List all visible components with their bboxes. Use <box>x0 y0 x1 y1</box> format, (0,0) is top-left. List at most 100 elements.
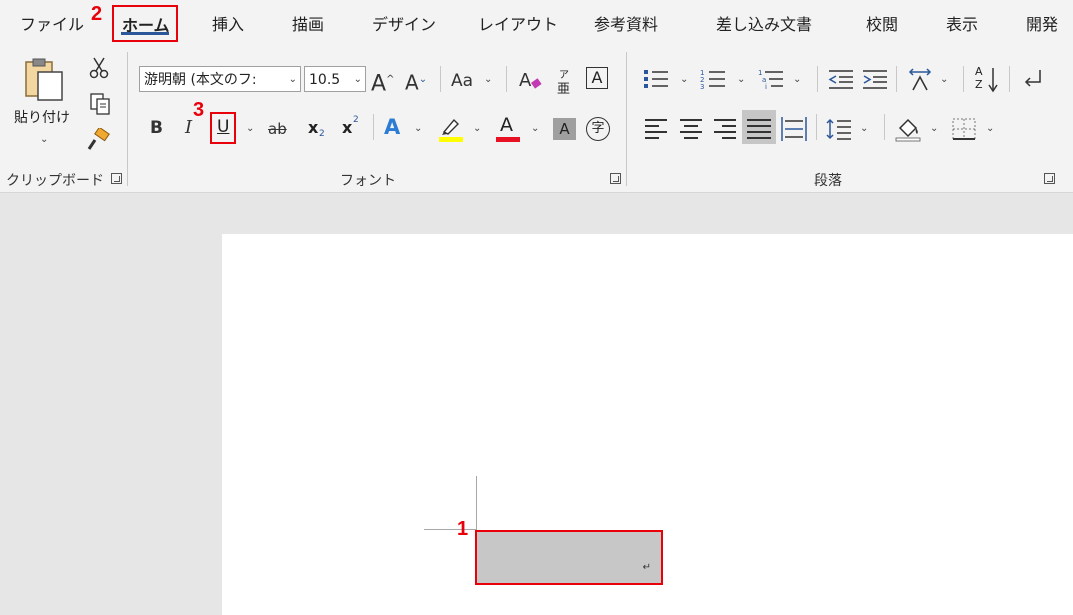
divider <box>817 66 818 92</box>
italic-button[interactable]: I <box>185 118 192 138</box>
phonetic-guide-button[interactable]: ア 亜 <box>556 66 574 97</box>
chevron-down-icon: ⌄ <box>793 74 802 85</box>
underline-button[interactable]: U <box>210 112 236 144</box>
annotation-marker-1: 1 <box>457 518 469 540</box>
sort-button[interactable]: A Z <box>973 65 1001 94</box>
bullets-icon[interactable] <box>643 68 669 90</box>
chevron-down-icon: ⌄ <box>246 123 255 134</box>
show-formatting-marks-icon[interactable] <box>1020 68 1046 90</box>
superscript-button[interactable]: x 2 <box>342 115 364 142</box>
chevron-down-icon: ⌄ <box>680 74 689 85</box>
paragraph-group-label: 段落 <box>814 173 842 189</box>
tab-home[interactable]: ホーム <box>112 5 178 42</box>
subscript-mark: 2 <box>319 129 325 139</box>
document-page[interactable]: ↵ 1 <box>222 234 1073 615</box>
tab-layout[interactable]: レイアウト <box>478 11 558 35</box>
clipboard-dialog-launcher-icon[interactable] <box>111 173 122 184</box>
divider <box>440 66 441 92</box>
decrease-indent-icon[interactable] <box>828 68 854 90</box>
margin-guide-vertical <box>476 476 477 530</box>
enclose-characters-button[interactable]: 字 <box>586 117 610 141</box>
sort-z: Z <box>975 78 983 91</box>
tab-view[interactable]: 表示 <box>946 11 978 35</box>
text-effects-button[interactable]: A <box>384 117 400 138</box>
margin-guide-horizontal <box>424 529 476 530</box>
font-dialog-launcher-icon[interactable] <box>610 173 621 184</box>
scissors-icon[interactable] <box>88 56 110 80</box>
font-color-button[interactable]: A <box>495 114 521 142</box>
grow-font-icon[interactable]: A^ <box>371 70 394 95</box>
font-name-select[interactable]: 游明朝 (本文のフ: ⌄ <box>139 66 301 92</box>
group-divider <box>626 52 627 186</box>
tab-active-underline <box>121 32 169 35</box>
chevron-down-icon: ⌄ <box>737 74 746 85</box>
chevron-down-icon: ⌄ <box>986 123 995 134</box>
annotation-marker-2: 2 <box>91 3 103 25</box>
tab-design[interactable]: デザイン <box>372 11 436 35</box>
change-case-button[interactable]: Aa <box>451 71 473 91</box>
ribbon-home: 貼り付け ⌄ クリップボード 游明朝 (本文のフ: ⌄ 10.5 ⌄ A^ A⌄… <box>0 46 1073 193</box>
multilevel-list-icon[interactable]: 1 a i <box>758 68 784 90</box>
font-size-select[interactable]: 10.5 ⌄ <box>304 66 366 92</box>
align-left-icon[interactable] <box>645 118 669 139</box>
text-direction-icon[interactable] <box>906 66 934 92</box>
align-center-icon[interactable] <box>680 118 704 139</box>
increase-indent-icon[interactable] <box>862 68 888 90</box>
chevron-down-icon: ⌄ <box>484 74 493 85</box>
character-shading-char: A <box>559 120 570 138</box>
tab-mailings[interactable]: 差し込み文書 <box>716 11 812 35</box>
shading-icon[interactable] <box>894 116 922 142</box>
distributed-icon[interactable] <box>781 116 807 142</box>
format-painter-icon[interactable] <box>86 128 112 152</box>
font-color-bar <box>496 137 520 142</box>
align-right-icon[interactable] <box>714 118 738 139</box>
clipboard-group-label: クリップボード <box>6 173 104 189</box>
superscript-char: x <box>342 118 353 137</box>
copy-icon[interactable] <box>88 92 112 116</box>
divider <box>884 114 885 140</box>
character-shading-button[interactable]: A <box>553 118 576 140</box>
tab-review[interactable]: 校閲 <box>866 11 898 35</box>
bold-button[interactable]: B <box>150 118 163 138</box>
subscript-char: x <box>308 118 319 137</box>
character-border-button[interactable]: A <box>586 67 608 89</box>
chevron-down-icon: ⌄ <box>473 123 482 134</box>
paragraph-dialog-launcher-icon[interactable] <box>1044 173 1055 184</box>
enclose-characters-char: 字 <box>591 121 605 136</box>
divider <box>1009 66 1010 92</box>
ribbon-tab-bar: ファイル ホーム 挿入 描画 デザイン レイアウト 参考資料 差し込み文書 校閲… <box>0 0 1073 46</box>
numbering-icon[interactable]: 1 2 3 <box>700 68 726 90</box>
svg-text:A: A <box>519 70 532 91</box>
phonetic-guide-bottom: 亜 <box>557 82 571 97</box>
tab-developer[interactable]: 開発 <box>1026 11 1058 35</box>
font-size-value: 10.5 <box>309 72 341 88</box>
shrink-font-icon[interactable]: A⌄ <box>405 70 427 93</box>
underline-char: U <box>217 117 230 137</box>
selected-paragraph[interactable]: ↵ <box>475 530 663 585</box>
paste-dropdown-chevron: ⌄ <box>40 134 49 145</box>
line-spacing-icon[interactable] <box>826 118 852 140</box>
character-border-char: A <box>591 68 603 87</box>
chevron-down-icon: ⌄ <box>860 123 869 134</box>
divider <box>506 66 507 92</box>
sort-a: A <box>975 65 983 78</box>
chevron-down-icon: ⌄ <box>930 123 939 134</box>
tab-file[interactable]: ファイル <box>20 11 84 35</box>
borders-icon[interactable] <box>952 118 976 140</box>
clear-formatting-icon[interactable]: A <box>518 68 544 92</box>
svg-text:i: i <box>765 83 767 90</box>
subscript-button[interactable]: x 2 <box>308 118 330 142</box>
paste-button[interactable]: 貼り付け ⌄ <box>10 54 76 154</box>
font-color-char: A <box>500 114 513 136</box>
justify-button[interactable] <box>742 110 776 144</box>
highlighter-icon <box>442 118 459 135</box>
tab-draw[interactable]: 描画 <box>292 11 324 35</box>
highlight-color-bar <box>439 137 463 142</box>
tab-insert[interactable]: 挿入 <box>212 11 244 35</box>
tab-references[interactable]: 参考資料 <box>594 11 658 35</box>
chevron-down-icon: ⌄ <box>353 67 362 91</box>
divider <box>896 66 897 92</box>
highlight-color-button[interactable] <box>438 116 464 142</box>
chevron-down-icon: ⌄ <box>531 123 540 134</box>
strikethrough-button[interactable]: ab <box>268 119 287 139</box>
